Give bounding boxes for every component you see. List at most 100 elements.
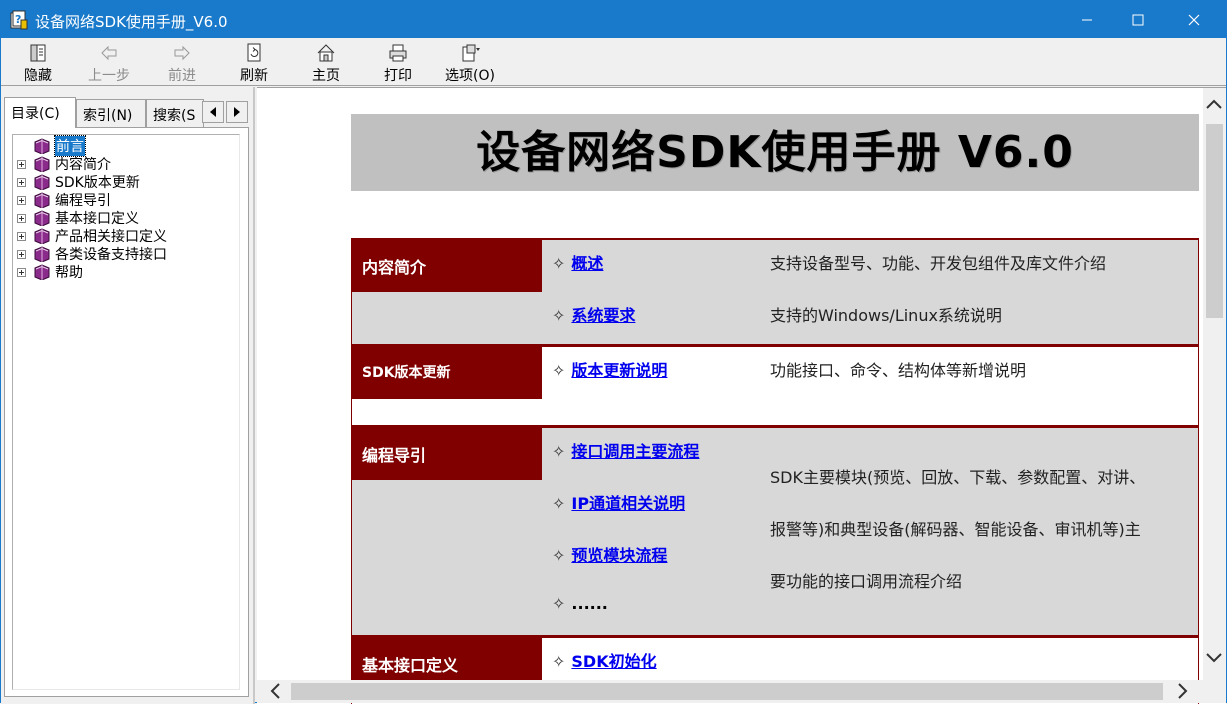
printer-icon [389, 44, 407, 62]
arrow-left-icon [210, 107, 216, 117]
tree-item[interactable]: 基本接口定义 [13, 209, 139, 227]
section-label: 内容简介 [352, 240, 542, 292]
help-app-icon: ? [10, 10, 28, 30]
tree-item[interactable]: 编程导引 [13, 191, 111, 209]
bullet-star-icon: ✧ [552, 494, 566, 513]
section-link-row: ✧ 概述 [552, 250, 603, 274]
doc-link[interactable]: 系统要求 [571, 306, 635, 325]
tree-item-label: 帮助 [55, 265, 83, 281]
book-icon [34, 156, 50, 172]
options-label: 选项(O) [445, 68, 495, 84]
book-icon [34, 228, 50, 244]
section-description: 支持的Windows/Linux系统说明 [770, 306, 1002, 325]
bullet-star-icon: ✧ [552, 442, 566, 461]
print-label: 打印 [384, 68, 412, 84]
tab-scroll-arrows [202, 101, 248, 123]
tree-item[interactable]: 帮助 [13, 263, 83, 281]
print-button[interactable]: 打印 [366, 40, 430, 84]
document-title: 设备网络SDK使用手册 V6.0 [351, 114, 1199, 191]
vertical-scroll-thumb[interactable] [1206, 124, 1223, 318]
section-description: 要功能的接口调用流程介绍 [770, 572, 963, 591]
tab-search[interactable]: 搜索(S [146, 99, 204, 127]
tree-item-label: 内容简介 [55, 157, 111, 173]
home-label: 主页 [312, 68, 340, 84]
maximize-button[interactable] [1115, 1, 1161, 38]
tree-item[interactable]: 前言 [13, 135, 86, 157]
expand-icon[interactable] [17, 159, 26, 169]
minimize-icon [1082, 19, 1092, 20]
nav-tabs: 目录(C) 索引(N) 搜索(S [4, 97, 249, 128]
book-icon [34, 174, 50, 190]
tab-scroll-right[interactable] [226, 101, 248, 123]
options-button[interactable]: 选项(O) [438, 40, 502, 84]
bullet-star-icon: ✧ [552, 306, 566, 325]
doc-link[interactable]: IP通道相关说明 [571, 494, 685, 513]
home-button[interactable]: 主页 [294, 40, 358, 84]
expand-icon[interactable] [17, 231, 26, 241]
close-button[interactable] [1171, 1, 1217, 38]
doc-link[interactable]: 概述 [571, 254, 603, 273]
tab-index[interactable]: 索引(N) [76, 99, 146, 127]
contents-tree: 前言 内容简介 SDK版本更新编程导引基本接口定义产品相关接口定义 各类设备支持接口帮… [12, 134, 240, 690]
tree-item[interactable]: 内容简介 [13, 155, 111, 173]
expand-icon[interactable] [17, 177, 26, 187]
document-pane: 设备网络SDK使用手册 V6.0 内容简介 ✧ 概述 ✧ 系统要求 支持设备型号、功能、开… [257, 87, 1226, 704]
tree-item-label: 基本接口定义 [55, 211, 139, 227]
tree-item[interactable]: 产品相关接口定义 [13, 227, 167, 245]
doc-link[interactable]: 接口调用主要流程 [571, 442, 699, 461]
doc-link[interactable]: 预览模块流程 [571, 546, 667, 565]
help-window: ? 设备网络SDK使用手册_V6.0 隐藏 上一步 前进 刷新 主页 打印 选项… [0, 0, 1227, 704]
chevron-down-icon [1206, 653, 1222, 663]
section-description: 功能接口、命令、结构体等新增说明 [770, 361, 1027, 380]
title-bar: ? 设备网络SDK使用手册_V6.0 [1, 1, 1226, 38]
refresh-icon [247, 43, 261, 62]
book-icon [34, 138, 50, 154]
tree-item[interactable]: SDK版本更新 [13, 173, 140, 191]
book-icon [34, 210, 50, 226]
section-link-row: ✧ 系统要求 [552, 302, 635, 326]
section-link-row: ✧ 接口调用主要流程 [552, 438, 699, 462]
tree-item-label: 编程导引 [55, 193, 111, 209]
back-label: 上一步 [88, 68, 130, 84]
hide-button[interactable]: 隐藏 [6, 40, 70, 84]
back-button[interactable]: 上一步 [77, 40, 141, 84]
forward-button[interactable]: 前进 [150, 40, 214, 84]
scroll-right-button[interactable] [1173, 681, 1193, 701]
tab-contents[interactable]: 目录(C) [4, 97, 76, 128]
svg-text:?: ? [15, 13, 21, 26]
section-link-row: ✧ SDK初始化 [552, 648, 657, 672]
expand-icon[interactable] [17, 213, 26, 223]
minimize-button[interactable] [1064, 1, 1110, 38]
tree-item[interactable]: 各类设备支持接口 [13, 245, 167, 263]
section-link-row: ✧ 预览模块流程 [552, 542, 667, 566]
tree-item-label: 产品相关接口定义 [55, 229, 167, 245]
back-arrow-icon [101, 45, 117, 61]
forward-arrow-icon [174, 45, 190, 61]
doc-section: 内容简介 ✧ 概述 ✧ 系统要求 支持设备型号、功能、开发包组件及库文件介绍 支持的Wind… [351, 238, 1199, 345]
doc-section: SDK版本更新 ✧ 版本更新说明 功能接口、命令、结构体等新增说明 [351, 345, 1199, 426]
section-description: 报警等)和典型设备(解码器、智能设备、审讯机等)主 [770, 520, 1141, 539]
horizontal-scroll-thumb[interactable] [291, 683, 1163, 700]
hide-label: 隐藏 [24, 68, 52, 84]
scroll-up-button[interactable] [1204, 94, 1224, 114]
vertical-scrollbar[interactable] [1203, 88, 1226, 680]
section-label: 编程导引 [352, 428, 542, 480]
horizontal-scrollbar[interactable] [257, 680, 1203, 703]
expand-icon[interactable] [17, 249, 26, 259]
doc-link[interactable]: SDK初始化 [571, 652, 656, 671]
refresh-button[interactable]: 刷新 [222, 40, 286, 84]
forward-label: 前进 [168, 68, 196, 84]
doc-link[interactable]: 版本更新说明 [571, 361, 667, 380]
section-label: SDK版本更新 [352, 347, 542, 399]
contents-panel: 前言 内容简介 SDK版本更新编程导引基本接口定义产品相关接口定义 各类设备支持接口帮… [4, 127, 249, 697]
expand-icon[interactable] [17, 195, 26, 205]
options-icon [462, 44, 480, 62]
scroll-down-button[interactable] [1204, 648, 1224, 668]
bullet-star-icon: ✧ [552, 254, 566, 273]
section-link-row: ✧ IP通道相关说明 [552, 490, 685, 514]
tab-scroll-left[interactable] [202, 101, 224, 123]
home-icon [317, 44, 335, 62]
scroll-left-button[interactable] [265, 681, 285, 701]
chevron-left-icon [270, 683, 280, 699]
expand-icon[interactable] [17, 267, 26, 277]
